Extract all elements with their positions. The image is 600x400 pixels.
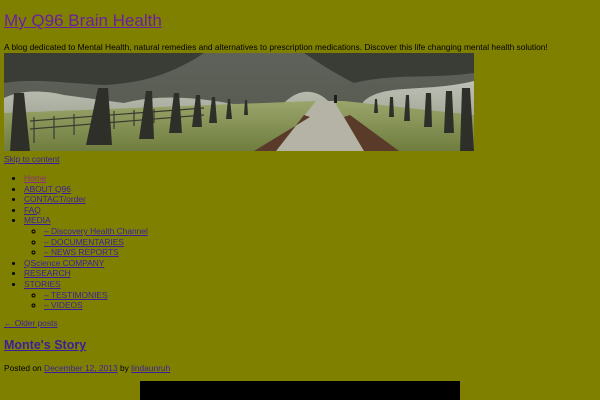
submenu-link-videos[interactable]: – VIDEOS — [44, 300, 83, 310]
posted-on-label: Posted on — [4, 363, 42, 373]
menu-item-media: MEDIA – Discovery Health Channel – DOCUM… — [24, 215, 148, 257]
embedded-video[interactable] — [140, 381, 460, 400]
by-label: by — [119, 363, 129, 373]
menu-item-home: Home — [24, 173, 148, 184]
menu-item-qscience: QScience COMPANY — [24, 258, 148, 269]
menu-link-contact[interactable]: CONTACT/order — [24, 194, 86, 204]
menu-item-faq: FAQ — [24, 205, 148, 216]
post-author-link[interactable]: lindaunruh — [131, 363, 170, 373]
menu-link-stories[interactable]: STORIES — [24, 279, 61, 289]
menu-item-stories: STORIES – TESTIMONIES – VIDEOS — [24, 279, 148, 311]
submenu-item-testimonies: – TESTIMONIES — [44, 290, 148, 301]
menu-link-media[interactable]: MEDIA — [24, 215, 51, 225]
submenu-stories: – TESTIMONIES – VIDEOS — [24, 290, 148, 311]
menu-link-faq[interactable]: FAQ — [24, 205, 41, 215]
menu-item-contact: CONTACT/order — [24, 194, 148, 205]
site-tagline: A blog dedicated to Mental Health, natur… — [4, 42, 548, 52]
submenu-link-testimonies[interactable]: – TESTIMONIES — [44, 290, 108, 300]
menu-link-qscience[interactable]: QScience COMPANY — [24, 258, 104, 268]
post-title-link[interactable]: Monte's Story — [4, 338, 86, 352]
submenu-link-documentaries[interactable]: – DOCUMENTARIES — [44, 237, 124, 247]
post-date-link[interactable]: December 12, 2013 — [44, 363, 118, 373]
post-meta: Posted on December 12, 2013 by lindaunru… — [4, 363, 170, 374]
menu-link-about[interactable]: ABOUT Q96 — [24, 184, 71, 194]
submenu-link-discovery[interactable]: – Discovery Health Channel — [44, 226, 148, 236]
post-title: Monte's Story — [4, 337, 86, 353]
older-posts-link[interactable]: ← Older posts — [4, 318, 58, 329]
header-image — [4, 53, 474, 151]
site-title: My Q96 Brain Health — [4, 9, 162, 33]
skip-to-content-link[interactable]: Skip to content — [4, 154, 59, 165]
submenu-item-videos: – VIDEOS — [44, 300, 148, 311]
menu-link-research[interactable]: RESEARCH — [24, 268, 71, 278]
main-menu: Home ABOUT Q96 CONTACT/order FAQ MEDIA –… — [0, 173, 148, 311]
menu-item-research: RESEARCH — [24, 268, 148, 279]
submenu-item-documentaries: – DOCUMENTARIES — [44, 237, 148, 248]
submenu-media: – Discovery Health Channel – DOCUMENTARI… — [24, 226, 148, 258]
site-title-link[interactable]: My Q96 Brain Health — [4, 11, 162, 30]
menu-link-home[interactable]: Home — [24, 173, 46, 183]
menu-item-about: ABOUT Q96 — [24, 184, 148, 195]
submenu-item-discovery: – Discovery Health Channel — [44, 226, 148, 237]
submenu-link-news-reports[interactable]: – NEWS REPORTS — [44, 247, 119, 257]
submenu-item-news-reports: – NEWS REPORTS — [44, 247, 148, 258]
